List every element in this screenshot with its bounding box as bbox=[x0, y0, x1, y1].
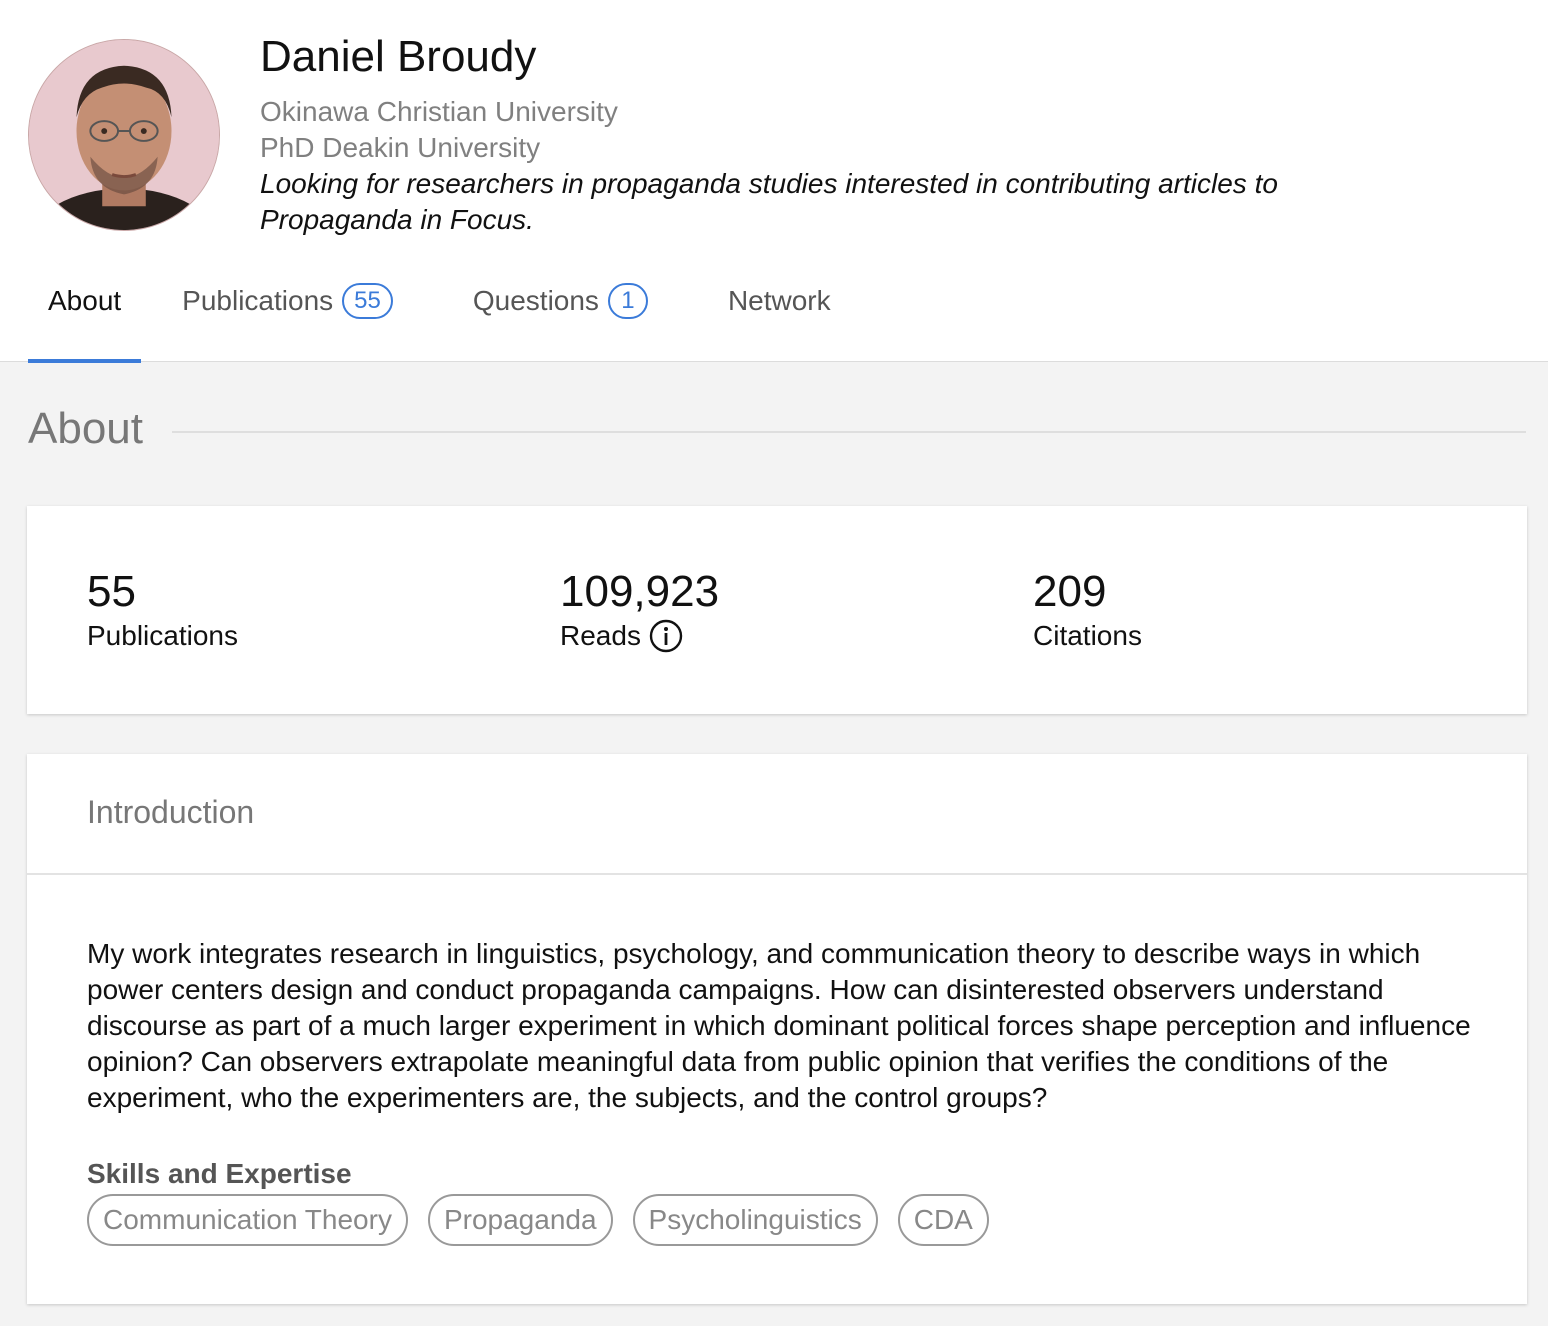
skill-chip-propaganda[interactable]: Propaganda bbox=[427, 1194, 613, 1246]
stat-citations-value: 209 bbox=[1033, 567, 1107, 616]
stat-publications[interactable]: 55 Publications bbox=[87, 568, 238, 654]
introduction-card: Introduction My work integrates research… bbox=[27, 754, 1527, 1304]
profile-name: Daniel Broudy bbox=[260, 32, 537, 81]
tab-publications[interactable]: Publications 55 bbox=[162, 262, 413, 362]
stats-card: 55 Publications 109,923 Reads 209 Citati… bbox=[27, 506, 1527, 714]
stat-reads: 109,923 Reads bbox=[560, 568, 719, 654]
tab-publications-label: Publications bbox=[182, 285, 334, 316]
tab-network[interactable]: Network bbox=[708, 262, 851, 362]
profile-degree: PhD Deakin University bbox=[260, 132, 541, 163]
tab-about[interactable]: About bbox=[28, 262, 142, 363]
skill-chip-cda[interactable]: CDA bbox=[897, 1194, 989, 1246]
introduction-title: Introduction bbox=[27, 754, 1527, 875]
stat-citations-label: Citations bbox=[1033, 620, 1142, 651]
section-divider bbox=[172, 431, 1526, 433]
stat-publications-label: Publications bbox=[87, 620, 238, 651]
profile-affiliation[interactable]: Okinawa Christian University bbox=[260, 94, 618, 130]
profile-header: Daniel Broudy Okinawa Christian Universi… bbox=[0, 0, 1548, 363]
questions-count-badge: 1 bbox=[607, 283, 648, 319]
profile-tabs: About Publications 55 Questions 1 Networ… bbox=[28, 262, 851, 363]
stat-publications-value: 55 bbox=[87, 567, 136, 616]
stat-citations[interactable]: 209 Citations bbox=[1033, 568, 1142, 654]
tab-questions[interactable]: Questions 1 bbox=[453, 262, 668, 362]
section-title: About bbox=[28, 404, 143, 453]
introduction-text: My work integrates research in linguisti… bbox=[87, 938, 1471, 1113]
skill-chip-communication-theory[interactable]: Communication Theory bbox=[87, 1194, 408, 1246]
stat-reads-value: 109,923 bbox=[560, 567, 720, 616]
tab-about-label: About bbox=[48, 285, 122, 316]
profile-avatar[interactable] bbox=[28, 39, 220, 231]
info-icon[interactable] bbox=[649, 619, 683, 653]
profile-tagline: Looking for researchers in propaganda st… bbox=[260, 168, 1278, 235]
stat-reads-label-row: Reads bbox=[560, 618, 719, 654]
tab-questions-label: Questions bbox=[472, 285, 599, 316]
skills-title: Skills and Expertise bbox=[87, 1158, 352, 1189]
tab-network-label: Network bbox=[727, 285, 831, 316]
skill-chip-psycholinguistics[interactable]: Psycholinguistics bbox=[632, 1194, 878, 1246]
skills-list: Communication Theory Propaganda Psycholi… bbox=[87, 1194, 1009, 1246]
stat-reads-label: Reads bbox=[560, 620, 641, 651]
avatar-portrait bbox=[29, 40, 219, 230]
publications-count-badge: 55 bbox=[342, 283, 393, 319]
